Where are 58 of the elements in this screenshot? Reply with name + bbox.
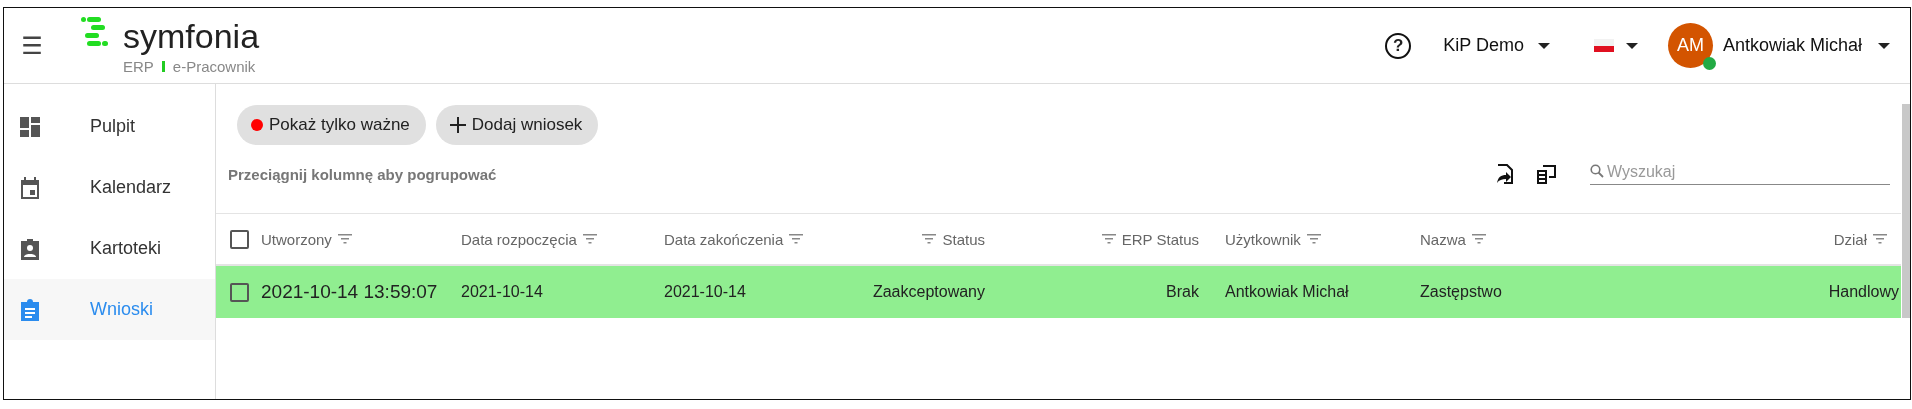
- user-avatar[interactable]: AM: [1667, 23, 1713, 68]
- company-dropdown[interactable]: KiP Demo: [1443, 35, 1550, 56]
- filter-icon[interactable]: [1306, 234, 1321, 244]
- separator-bar: [161, 60, 165, 72]
- menu-button[interactable]: ☰: [14, 31, 50, 60]
- column-header[interactable]: Użytkownik: [1225, 230, 1301, 248]
- sidebar-item[interactable]: Pulpit: [4, 96, 215, 157]
- column-header[interactable]: Dział: [1833, 230, 1867, 248]
- important-filter-button[interactable]: Pokaż tylko ważne: [237, 105, 426, 145]
- flag-icon: [1593, 39, 1614, 52]
- column-chooser-icon[interactable]: [1536, 164, 1556, 184]
- table-cell: Brak: [1166, 283, 1199, 301]
- group-hint: Przeciągnij kolumnę aby pogrupować: [228, 165, 498, 183]
- plus-icon: [449, 117, 466, 133]
- table-cell: 2021-10-14 13:59:07: [261, 281, 438, 303]
- table-cell: Handlowy: [1828, 283, 1899, 301]
- filter-icon[interactable]: [922, 234, 937, 244]
- column-header[interactable]: Data zakończenia: [664, 230, 784, 248]
- search-icon: [1590, 164, 1604, 178]
- table-cell: 2021-10-14: [461, 283, 543, 301]
- add-request-button[interactable]: Dodaj wniosek: [435, 105, 599, 145]
- caret-icon: [1625, 42, 1638, 49]
- table-cell: Zastępstwo: [1420, 283, 1502, 301]
- caret-icon: [1878, 42, 1890, 49]
- column-header[interactable]: Utworzony: [261, 230, 332, 248]
- dashboard-icon: [19, 115, 41, 138]
- row-checkbox[interactable]: [230, 282, 249, 302]
- language-dropdown[interactable]: [1593, 39, 1638, 52]
- product-name: ERP: [123, 57, 154, 75]
- column-header[interactable]: Status: [942, 230, 985, 248]
- filter-icon[interactable]: [582, 234, 597, 244]
- filter-icon[interactable]: [789, 234, 804, 244]
- table-cell: Zaakceptowany: [872, 283, 985, 301]
- logo-icon: [81, 16, 109, 48]
- scrollbar[interactable]: [1902, 104, 1910, 318]
- column-header[interactable]: Nazwa: [1420, 230, 1466, 248]
- sidebar-item[interactable]: Kalendarz: [4, 157, 215, 218]
- export-icon[interactable]: [1496, 164, 1514, 184]
- filter-icon[interactable]: [1471, 234, 1486, 244]
- column-header[interactable]: Data rozpoczęcia: [461, 230, 577, 248]
- table-row[interactable]: 2021-10-14 13:59:07 2021-10-14 2021-10-14 Zaakceptowany Brak Antkowiak Michał Zastępstwo Handlowy: [216, 266, 1901, 318]
- help-button[interactable]: ?: [1385, 32, 1412, 59]
- caret-icon: [1537, 42, 1550, 49]
- clipboard-icon: [19, 298, 41, 321]
- module-name: e-Pracownik: [172, 57, 256, 75]
- table-cell: Antkowiak Michał: [1225, 283, 1349, 301]
- column-header[interactable]: ERP Status: [1121, 230, 1199, 248]
- filter-icon[interactable]: [1101, 234, 1116, 244]
- search-field[interactable]: Wyszukaj: [1607, 163, 1890, 184]
- logo-wordmark: symfonia: [123, 16, 260, 56]
- select-all-checkbox[interactable]: [230, 229, 249, 249]
- sidebar-item[interactable]: Kartoteki: [4, 218, 215, 279]
- table-cell: 2021-10-14: [664, 283, 746, 301]
- badge-icon: [19, 237, 41, 260]
- filter-icon[interactable]: [1873, 234, 1887, 244]
- filter-icon[interactable]: [337, 234, 352, 244]
- user-menu[interactable]: Antkowiak Michał: [1722, 35, 1890, 56]
- calendar-icon: [19, 176, 41, 199]
